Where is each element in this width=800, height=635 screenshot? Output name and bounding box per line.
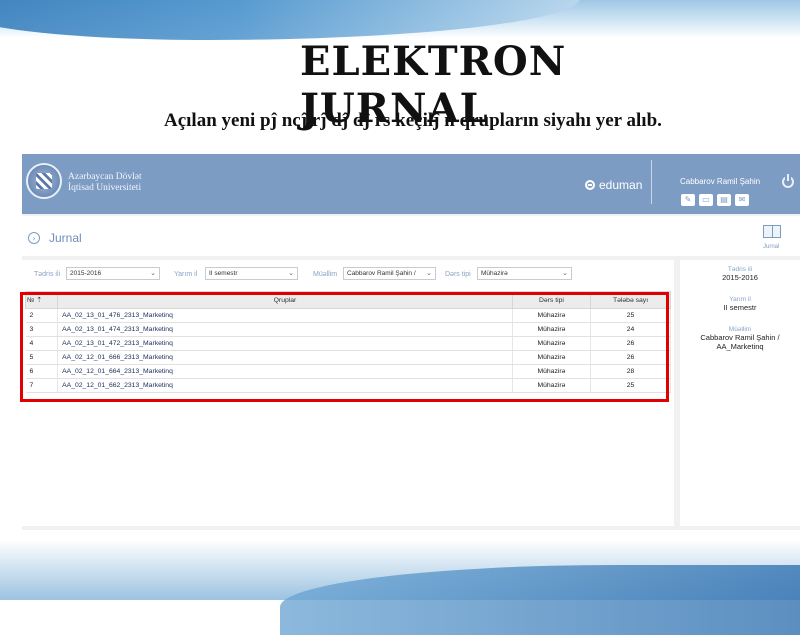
year-select-value: 2015-2016 — [70, 270, 102, 277]
side-semester-value: II semestr — [723, 303, 757, 312]
edit-icon[interactable]: ✎ — [681, 194, 695, 206]
year-filter-label: Tədris ili — [34, 271, 61, 278]
chevron-right-icon[interactable]: › — [28, 232, 40, 244]
page-header: › Jurnal Jurnal — [22, 216, 800, 256]
lesson-type-filter-label: Dərs tipi — [445, 271, 471, 278]
side-year-value: 2015-2016 — [722, 273, 758, 282]
user-name: Cabbarov Ramil Şahin — [680, 177, 761, 186]
university-name-line2: İqtisad Universiteti — [68, 183, 142, 193]
side-teacher-value-line2: AA_Marketinq — [716, 342, 764, 351]
university-name-line1: Azərbaycan Dövlət — [68, 172, 142, 182]
side-year-label: Tədris ili — [727, 266, 753, 273]
archive-icon[interactable]: ▤ — [717, 194, 731, 206]
slide-subtitle: Açılan yeni pĵ ncĵ rĵ dĵ dĵ rs keçilĵ n … — [164, 110, 662, 131]
side-semester-block: Yarım il II semestr — [680, 282, 800, 312]
side-panel: Tədris ili 2015-2016 Yarım il II semestr… — [680, 260, 800, 526]
side-year-block: Tədris ili 2015-2016 — [680, 260, 800, 282]
side-semester-label: Yarım il — [729, 296, 751, 303]
eduman-brand[interactable]: eduman — [585, 178, 642, 192]
teacher-select[interactable]: Cabbarov Ramil Şahin / ⌄ — [343, 267, 436, 280]
user-toolbar: ✎ ▭ ▤ ✉ — [681, 194, 749, 206]
chevron-down-icon: ⌄ — [288, 270, 294, 277]
book-icon[interactable] — [763, 225, 781, 238]
semester-filter-label: Yarım il — [174, 271, 198, 278]
university-name: Azərbaycan Dövlət İqtisad Universiteti — [68, 172, 142, 194]
chevron-down-icon: ⌄ — [562, 270, 568, 277]
page-title: Jurnal — [49, 231, 82, 245]
journal-button-label[interactable]: Jurnal — [763, 244, 779, 250]
eduman-brand-label: eduman — [599, 178, 643, 192]
semester-select-value: II semestr — [209, 270, 238, 277]
lesson-type-select[interactable]: Mühazirə ⌄ — [477, 267, 572, 280]
side-teacher-block: Müəllim Cabbarov Ramil Şahin / AA_Market… — [680, 312, 800, 351]
chevron-down-icon: ⌄ — [426, 270, 432, 277]
eduman-logo-icon — [585, 180, 595, 190]
power-icon[interactable] — [782, 174, 794, 188]
teacher-select-value: Cabbarov Ramil Şahin / — [347, 270, 416, 277]
lesson-type-select-value: Mühazirə — [481, 270, 508, 277]
teacher-filter-label: Müəllim — [313, 271, 338, 278]
app-header: Azərbaycan Dövlət İqtisad Universiteti e… — [22, 154, 800, 214]
year-select[interactable]: 2015-2016 ⌄ — [66, 267, 160, 280]
semester-select[interactable]: II semestr ⌄ — [205, 267, 298, 280]
side-teacher-value-line1: Cabbarov Ramil Şahin / — [700, 333, 780, 342]
inbox-icon[interactable]: ▭ — [699, 194, 713, 206]
header-divider — [651, 160, 652, 204]
filter-bar: Tədris ili 2015-2016 ⌄ Yarım il II semes… — [34, 267, 674, 283]
side-teacher-label: Müəllim — [728, 326, 752, 333]
chevron-down-icon: ⌄ — [150, 270, 156, 277]
highlight-frame — [20, 292, 669, 402]
message-icon[interactable]: ✉ — [735, 194, 749, 206]
university-logo — [26, 163, 62, 199]
